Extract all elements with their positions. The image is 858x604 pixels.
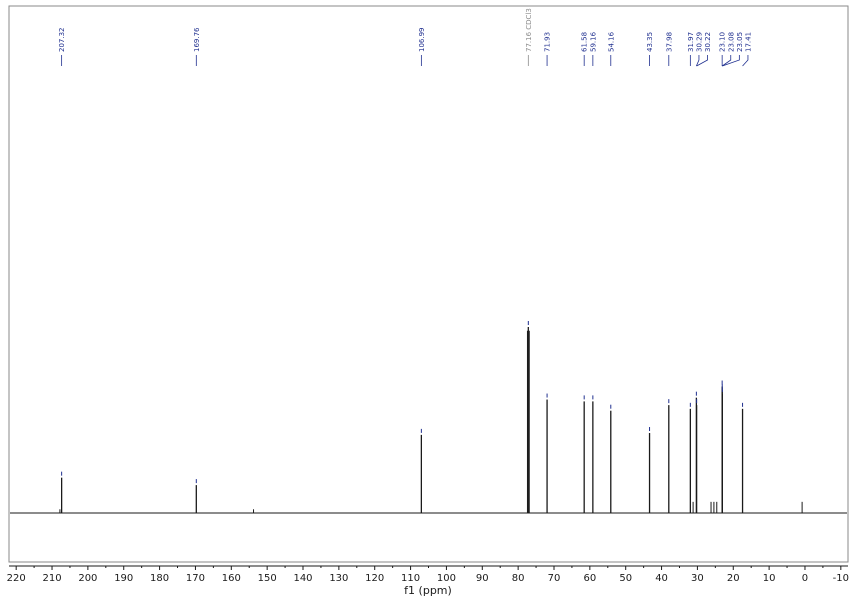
x-tick-label: 40: [655, 573, 668, 584]
x-axis: 220 210 200 190 180 170 160 150 140 130 120 110 100 9…: [7, 565, 849, 584]
x-tick-label: 10: [763, 573, 776, 584]
x-tick-label: 90: [476, 573, 489, 584]
spectrum-layer: [10, 321, 847, 514]
peak-label-16: 17.41: [744, 32, 752, 52]
x-tick-label: 60: [583, 573, 596, 584]
peak-label-9: 37.98: [665, 32, 673, 52]
peak-label-0: 207.32: [58, 28, 66, 53]
x-tick-label: 30: [691, 573, 704, 584]
x-tick-label: 200: [78, 573, 97, 584]
peak-label-12: 30.22: [704, 32, 712, 52]
x-tick-label: -10: [833, 573, 849, 584]
x-tick-label: 20: [727, 573, 740, 584]
x-tick-label: 70: [548, 573, 561, 584]
peak-label-layer: 207.32 169.76 106.99 77.16 CDCl3 71.93 61.58 5…: [58, 8, 752, 67]
x-tick-label: 180: [150, 573, 169, 584]
x-tick-label: 190: [114, 573, 133, 584]
peak-label-10: 31.97: [687, 32, 695, 52]
peak-label-leader-11: [696, 55, 700, 67]
x-tick-label: 130: [329, 573, 348, 584]
x-tick-label: 0: [802, 573, 808, 584]
peak-label-6: 59.16: [589, 31, 597, 52]
peak-label-4: 71.93: [544, 32, 552, 52]
x-tick-label: 220: [7, 573, 26, 584]
peak-label-15: 23.05: [736, 32, 744, 52]
peak-label-5: 61.58: [581, 32, 589, 52]
peak-label-11: 30.29: [695, 32, 703, 52]
peak-label-8: 43.35: [646, 32, 654, 52]
x-tick-label: 110: [401, 573, 420, 584]
peak-label-13: 23.10: [719, 32, 727, 52]
peak-label-3: 77.16 CDCl3: [525, 8, 533, 52]
x-tick-label: 150: [258, 573, 277, 584]
peak-label-7: 54.16: [607, 31, 615, 52]
x-tick-label: 160: [222, 573, 241, 584]
x-axis-title: f1 (ppm): [404, 584, 452, 597]
x-tick-label: 120: [365, 573, 384, 584]
peak-label-1: 169.76: [193, 27, 201, 52]
x-tick-label: 100: [437, 573, 456, 584]
x-tick-label: 210: [42, 573, 61, 584]
peak-label-2: 106.99: [418, 28, 426, 53]
x-tick-label: 50: [619, 573, 632, 584]
x-tick-label: 170: [186, 573, 205, 584]
peak-label-14: 23.08: [727, 32, 735, 52]
x-tick-label: 140: [293, 573, 312, 584]
peak-label-leader-12: [696, 55, 708, 67]
x-tick-label: 80: [512, 573, 525, 584]
peak-label-leader-16: [742, 55, 749, 67]
nmr-spectrum-chart: 207.32 169.76 106.99 77.16 CDCl3 71.93 61.58 5…: [7, 5, 849, 597]
